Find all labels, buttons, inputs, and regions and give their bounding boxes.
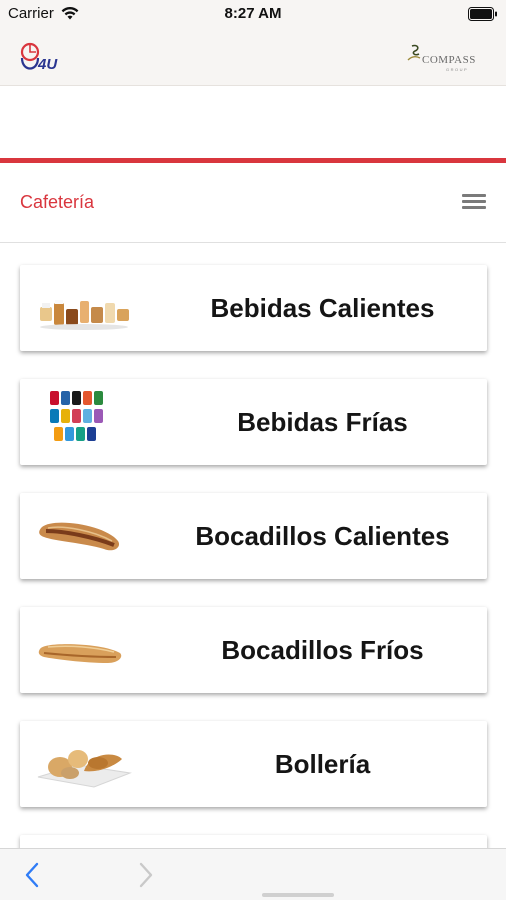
section-header: Cafetería bbox=[0, 163, 506, 243]
cold-drinks-image bbox=[50, 391, 103, 441]
page-title: Cafetería bbox=[20, 192, 95, 212]
menu-line bbox=[462, 194, 486, 197]
menu-line bbox=[462, 206, 486, 209]
status-time: 8:27 AM bbox=[224, 5, 282, 22]
chevron-right-icon[interactable] bbox=[136, 862, 156, 888]
category-label: Bebidas Calientes bbox=[210, 293, 435, 323]
status-bar: Carrier 8:27 AM bbox=[0, 0, 506, 28]
category-card-bolleria[interactable]: Bollería bbox=[20, 721, 487, 807]
menu-line bbox=[462, 200, 486, 203]
category-list[interactable]: Bebidas Calientes Bebidas Frías Bocadill… bbox=[0, 243, 506, 848]
compass-group-logo: COMPASS GROUP bbox=[407, 44, 476, 72]
category-label: Bocadillos Fríos bbox=[221, 635, 424, 665]
bottom-toolbar bbox=[0, 848, 506, 900]
category-label: Bebidas Frías bbox=[237, 407, 408, 437]
battery-icon bbox=[468, 7, 497, 21]
pastries-image bbox=[37, 750, 132, 788]
category-card-bocadillos-frios[interactable]: Bocadillos Fríos bbox=[20, 607, 487, 693]
category-card-bebidas-frias[interactable]: Bebidas Frías bbox=[20, 379, 487, 465]
g4u-logo-text: 4U bbox=[37, 56, 58, 73]
category-label: Bocadillos Calientes bbox=[195, 521, 450, 551]
category-card-partial[interactable] bbox=[20, 835, 487, 848]
hot-drinks-image bbox=[40, 300, 129, 330]
chevron-left-icon[interactable] bbox=[22, 862, 42, 888]
hot-sandwich-image bbox=[39, 522, 120, 551]
home-indicator bbox=[262, 893, 334, 897]
category-card-bocadillos-calientes[interactable]: Bocadillos Calientes bbox=[20, 493, 487, 579]
brand-header: 4U COMPASS GROUP bbox=[0, 28, 506, 86]
compass-logo-subtext: GROUP bbox=[446, 67, 468, 72]
cold-sandwich-image bbox=[38, 644, 122, 663]
g4u-logo: 4U bbox=[20, 42, 58, 73]
hamburger-menu-icon[interactable] bbox=[460, 191, 488, 215]
compass-logo-text: COMPASS bbox=[422, 54, 476, 66]
category-card-bebidas-calientes[interactable]: Bebidas Calientes bbox=[20, 265, 487, 351]
category-label: Bollería bbox=[274, 749, 371, 779]
category-label bbox=[158, 835, 487, 848]
